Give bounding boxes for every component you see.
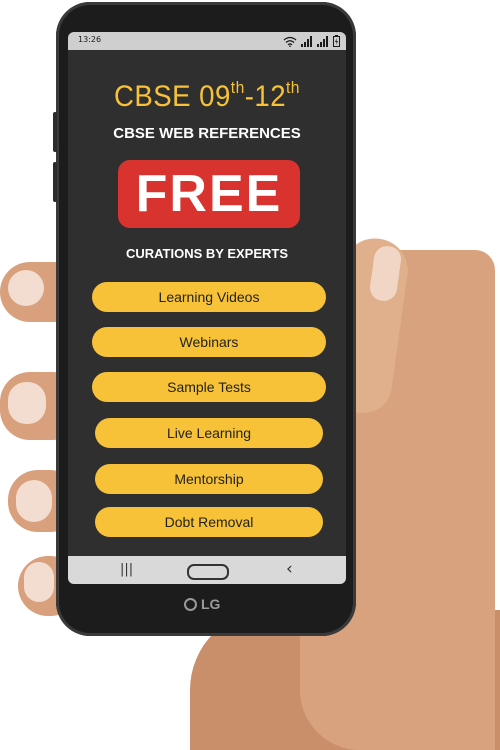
fingernail bbox=[8, 270, 44, 306]
lg-logo-icon bbox=[184, 597, 197, 611]
status-icons bbox=[283, 34, 340, 47]
title-superscript: th bbox=[286, 78, 300, 97]
menu-item-live-learning[interactable]: Live Learning bbox=[95, 418, 323, 448]
volume-button[interactable] bbox=[53, 112, 57, 152]
phone-screen: 13:26 CBSE 09th-12th CBSE WEB REFERENCES… bbox=[68, 32, 346, 584]
free-button[interactable]: FREE bbox=[118, 160, 300, 228]
menu-item-sample-tests[interactable]: Sample Tests bbox=[92, 372, 326, 402]
fingernail bbox=[16, 480, 52, 522]
title-part: -12 bbox=[244, 80, 287, 113]
power-button[interactable] bbox=[53, 162, 57, 202]
title-part: CBSE 09 bbox=[114, 80, 231, 113]
wifi-icon bbox=[283, 36, 297, 47]
status-bar: 13:26 bbox=[68, 32, 346, 50]
page-title: CBSE 09th-12th bbox=[79, 78, 335, 114]
title-superscript: th bbox=[230, 78, 245, 97]
home-icon[interactable] bbox=[187, 564, 229, 580]
tagline: CURATIONS BY EXPERTS bbox=[125, 246, 289, 261]
signal-icon bbox=[317, 36, 329, 47]
fingernail bbox=[8, 382, 46, 424]
menu-item-mentorship[interactable]: Mentorship bbox=[95, 464, 323, 494]
menu-item-learning-videos[interactable]: Learning Videos bbox=[92, 282, 326, 312]
battery-icon bbox=[333, 35, 340, 47]
fingernail bbox=[24, 562, 54, 602]
signal-icon bbox=[301, 36, 313, 47]
back-icon[interactable]: ‹ bbox=[286, 559, 293, 579]
recent-apps-icon[interactable]: ||| bbox=[120, 562, 133, 577]
brand-text: LG bbox=[201, 596, 221, 612]
menu-item-webinars[interactable]: Webinars bbox=[92, 327, 326, 357]
device-brand-logo: LG bbox=[184, 594, 244, 614]
page-subtitle: CBSE WEB REFERENCES bbox=[113, 125, 301, 142]
status-time: 13:26 bbox=[78, 35, 102, 44]
menu-item-dobt-removal[interactable]: Dobt Removal bbox=[95, 507, 323, 537]
navigation-bar: ||| ‹ bbox=[68, 556, 346, 584]
